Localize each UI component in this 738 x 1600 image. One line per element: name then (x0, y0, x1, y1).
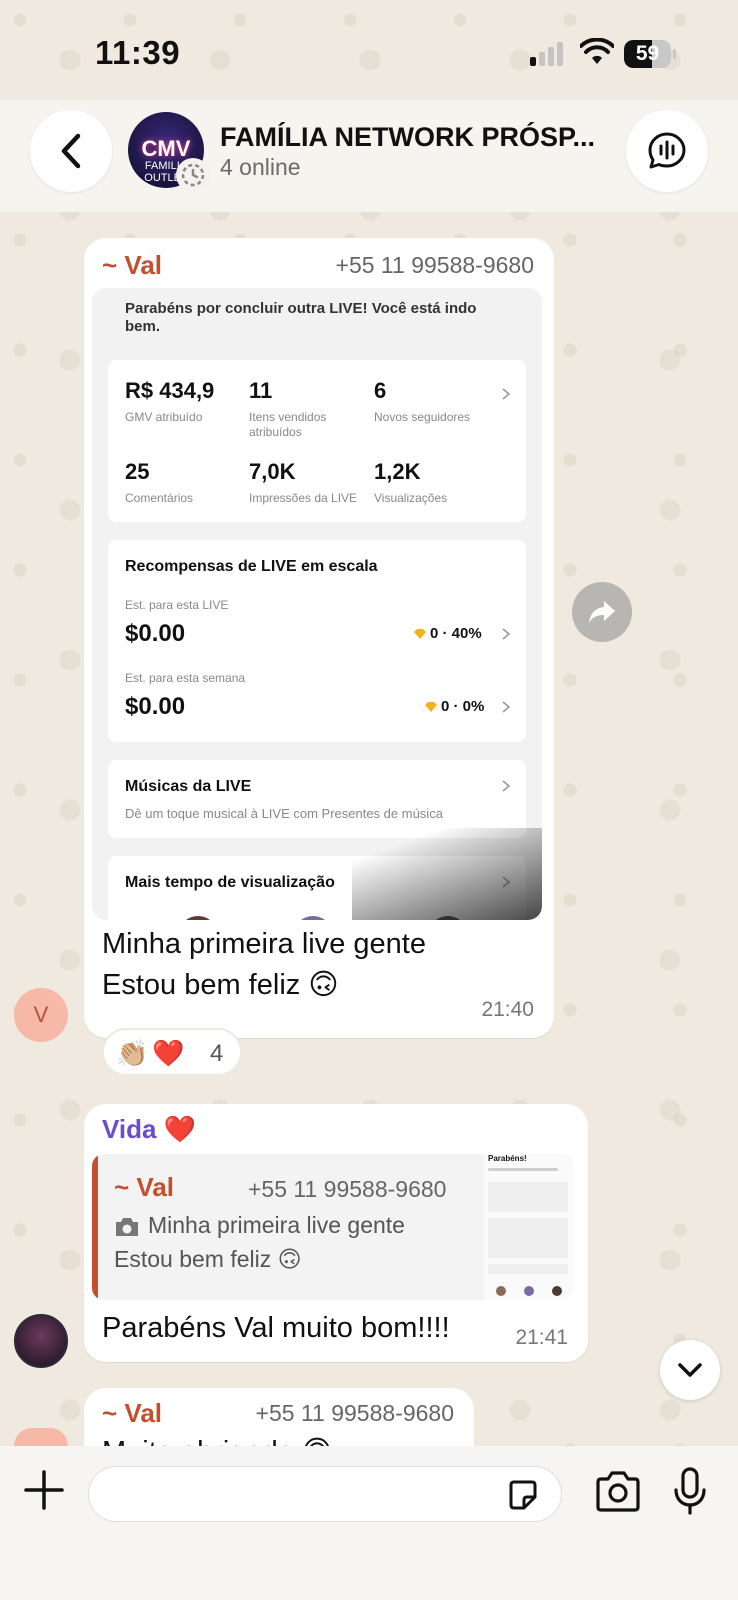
camera-icon[interactable] (594, 1470, 642, 1514)
compose-bar (0, 1446, 738, 1600)
status-time: 11:39 (95, 34, 181, 71)
voice-chat-button[interactable] (626, 110, 708, 192)
quoted-thumbnail: Parabéns! (484, 1154, 574, 1300)
avatar-letter: V (33, 1002, 49, 1027)
forward-button[interactable] (572, 582, 632, 642)
sender-avatar[interactable] (14, 1314, 68, 1368)
audio-chat-icon (648, 132, 686, 169)
stats-card: R$ 434,9 GMV atribuído 11 Itens vendidos… (108, 360, 526, 522)
message-bubble-image[interactable]: ~ Val +55 11 99588-9680 Parabéns por con… (84, 238, 554, 1038)
camera-icon (116, 1218, 138, 1236)
reward-meta: 0 · 0% (441, 698, 485, 715)
microphone-icon[interactable] (672, 1466, 708, 1516)
chevron-right-icon (502, 780, 511, 792)
reward-amount: $0.00 (125, 620, 186, 647)
sender-phone: +55 11 99588-9680 (255, 1400, 454, 1426)
message-line: Estou bem feliz 🙃 (102, 969, 339, 1001)
diamond-icon (425, 702, 437, 712)
forward-icon (589, 601, 615, 623)
stat-label: Comentários (125, 491, 194, 505)
battery-icon: 59 (624, 40, 676, 68)
sender-name[interactable]: ~ Val (102, 250, 162, 281)
online-count: 4 online (220, 154, 301, 180)
stat-value: 7,0K (249, 459, 296, 484)
music-title: Músicas da LIVE (125, 778, 252, 795)
message-input[interactable] (88, 1466, 562, 1522)
rewards-card: Recompensas de LIVE em escala Est. para … (108, 540, 526, 742)
reaction-emojis: 👏🏼❤️ (116, 1038, 189, 1068)
quoted-sender: ~ Val (114, 1172, 174, 1202)
reactions-pill[interactable]: 👏🏼❤️ 4 (102, 1028, 242, 1076)
chevron-right-icon (502, 628, 511, 640)
chevron-right-icon (502, 701, 511, 713)
attached-screenshot[interactable]: Parabéns por concluir outra LIVE! Você e… (92, 288, 542, 920)
battery-percent: 59 (635, 42, 660, 65)
chevron-left-icon (61, 133, 81, 169)
message-text: Parabéns Val muito bom!!!! (102, 1312, 450, 1344)
reward-label: Est. para esta semana (125, 671, 246, 685)
chevron-right-icon (502, 388, 511, 400)
quoted-line: Estou bem feliz 🙃 (114, 1246, 302, 1272)
message-line: Minha primeira live gente (102, 928, 426, 960)
stat-label: GMV atribuído (125, 410, 203, 424)
viewer-avatar (293, 916, 333, 920)
message-bubble-reply[interactable]: Vida ❤️ ~ Val +55 11 99588-9680 Minha pr… (84, 1104, 588, 1362)
back-button[interactable] (30, 110, 112, 192)
message-text: Minha primeira live gente Estou bem feli… (102, 924, 426, 1006)
sender-avatar[interactable]: V (14, 988, 68, 1042)
message-time: 21:41 (515, 1326, 568, 1349)
stat-value: 11 (249, 378, 273, 403)
message-bubble-partial[interactable]: ~ Val +55 11 99588-9680 Muito obrigada 🙃 (84, 1388, 474, 1446)
cellular-signal-icon (530, 42, 566, 66)
diamond-icon (414, 629, 426, 639)
quoted-message[interactable]: ~ Val +55 11 99588-9680 Minha primeira l… (92, 1154, 574, 1300)
reaction-count: 4 (210, 1040, 224, 1067)
sticker-icon[interactable] (505, 1477, 541, 1513)
screenshot-heading: Parabéns por concluir outra LIVE! Você e… (125, 300, 477, 335)
quoted-phone: +55 11 99588-9680 (248, 1176, 447, 1202)
sender-avatar[interactable] (14, 1428, 68, 1446)
stat-label: Novos seguidores (374, 410, 471, 424)
viewer-avatar (178, 916, 218, 920)
sender-phone: +55 11 99588-9680 (335, 252, 534, 278)
stat-value: 25 (125, 459, 150, 484)
status-ring-icon (176, 158, 210, 192)
rewards-title: Recompensas de LIVE em escala (125, 558, 378, 575)
quoted-line: Minha primeira live gente (148, 1212, 405, 1238)
stat-value: 6 (374, 378, 387, 403)
group-title[interactable]: FAMÍLIA NETWORK PRÓSP... (220, 122, 600, 153)
stat-value: 1,2K (374, 459, 421, 484)
scroll-to-bottom-button[interactable] (660, 1340, 720, 1400)
sender-name[interactable]: Vida ❤️ (102, 1114, 196, 1145)
reward-label: Est. para esta LIVE (125, 598, 229, 612)
plus-icon[interactable] (22, 1468, 66, 1512)
stat-value: R$ 434,9 (125, 378, 215, 403)
sender-name[interactable]: ~ Val (102, 1398, 162, 1429)
chevron-down-icon (678, 1363, 702, 1377)
stat-label: Visualizações (374, 491, 448, 505)
stat-label: Impressões da LIVE (249, 491, 358, 505)
music-desc: Dê um toque musical à LIVE com Presentes… (125, 806, 443, 821)
more-title: Mais tempo de visualização (125, 874, 335, 891)
wifi-icon (580, 38, 614, 64)
reward-meta: 0 · 40% (430, 625, 482, 642)
message-time: 21:40 (481, 998, 534, 1021)
thumb-title: Parabéns! (488, 1154, 527, 1163)
status-bar: 11:39 59 (0, 0, 738, 100)
music-card: Músicas da LIVE Dê um toque musical à LI… (108, 760, 526, 838)
stat-label: Itens vendidos atribuídos (249, 410, 327, 439)
chat-header: CMV FAMILIA OUTLET FAMÍLIA NETWORK PRÓSP… (0, 100, 738, 212)
reward-amount: $0.00 (125, 693, 186, 720)
message-text: Muito obrigada 🙃 (102, 1432, 332, 1446)
